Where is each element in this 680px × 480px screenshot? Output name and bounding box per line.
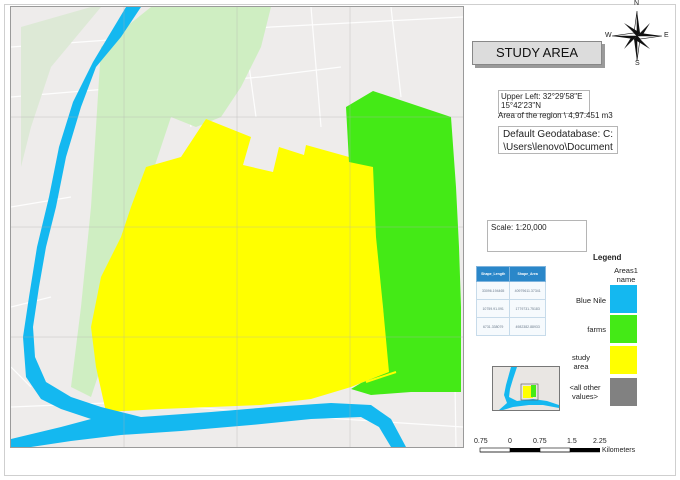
inset-farms: [531, 385, 536, 397]
area-text: Area of the region \ 4,97.451 m3: [498, 111, 613, 120]
table-row: 33096.194465 40979611.37341: [475, 281, 546, 300]
legend-swatch-blue-nile: [610, 285, 637, 313]
table-cell: 33096.194465: [475, 281, 511, 300]
legend-swatch-farms: [610, 315, 637, 343]
table-header-row: Shape_Length Shape_Area: [475, 266, 546, 282]
map-title: STUDY AREA: [472, 41, 602, 65]
compass-n-label: N: [634, 0, 640, 7]
compass-s-label: S: [635, 60, 640, 67]
north-arrow-compass: N S E W: [605, 0, 669, 67]
table-row: 10759.91.091 1779731.75183: [475, 299, 546, 318]
legend-label-other-values: <all other values>: [569, 383, 601, 401]
legend-title: Legend: [593, 253, 622, 262]
geodatabase-text: Default Geodatabase: C: \Users\lenovo\Do…: [498, 126, 618, 154]
scalebar-tick-label: 0.75: [533, 438, 547, 445]
compass-e-label: E: [664, 32, 669, 39]
legend-label-blue-nile: Blue Nile: [575, 296, 606, 305]
scale-bar: 0.75 0 0.75 1.5 2.25 Kilometers: [470, 436, 670, 466]
compass-w-label: W: [605, 32, 612, 39]
legend-swatch-other-values: [610, 378, 637, 406]
inset-map-canvas: [493, 367, 559, 410]
scalebar-tick-label: 1.5: [567, 438, 577, 445]
compass-rose-icon: [611, 10, 663, 62]
scale-text: Scale: 1:20,000: [487, 220, 587, 252]
scalebar-tick-label: 0: [508, 438, 512, 445]
inset-overview-map[interactable]: [492, 366, 560, 411]
scalebar-tick-label: 0.75: [474, 438, 488, 445]
table-row: 6731.338079 4982382.88933: [475, 317, 546, 336]
scalebar-unit-label: Kilometers: [602, 447, 636, 454]
table-cell: 4982382.88933: [509, 317, 546, 336]
table-cell: 40979611.37341: [509, 281, 546, 300]
attribute-table: Shape_Length Shape_Area 33096.194465 409…: [475, 266, 546, 336]
table-cell: 10759.91.091: [475, 299, 511, 318]
legend-field-header: Areas1 name: [614, 266, 638, 284]
main-map[interactable]: [10, 6, 464, 448]
table-cell: 1779731.75183: [509, 299, 546, 318]
legend-swatch-study-area: [610, 346, 637, 374]
table-header-shape-length: Shape_Length: [475, 266, 511, 282]
legend-label-study-area: study area: [572, 353, 590, 371]
table-header-shape-area: Shape_Area: [509, 266, 546, 282]
scalebar-tick-label: 2.25: [593, 438, 607, 445]
map-canvas: [11, 7, 463, 447]
table-cell: 6731.338079: [475, 317, 511, 336]
legend-label-farms: farms: [587, 325, 606, 334]
